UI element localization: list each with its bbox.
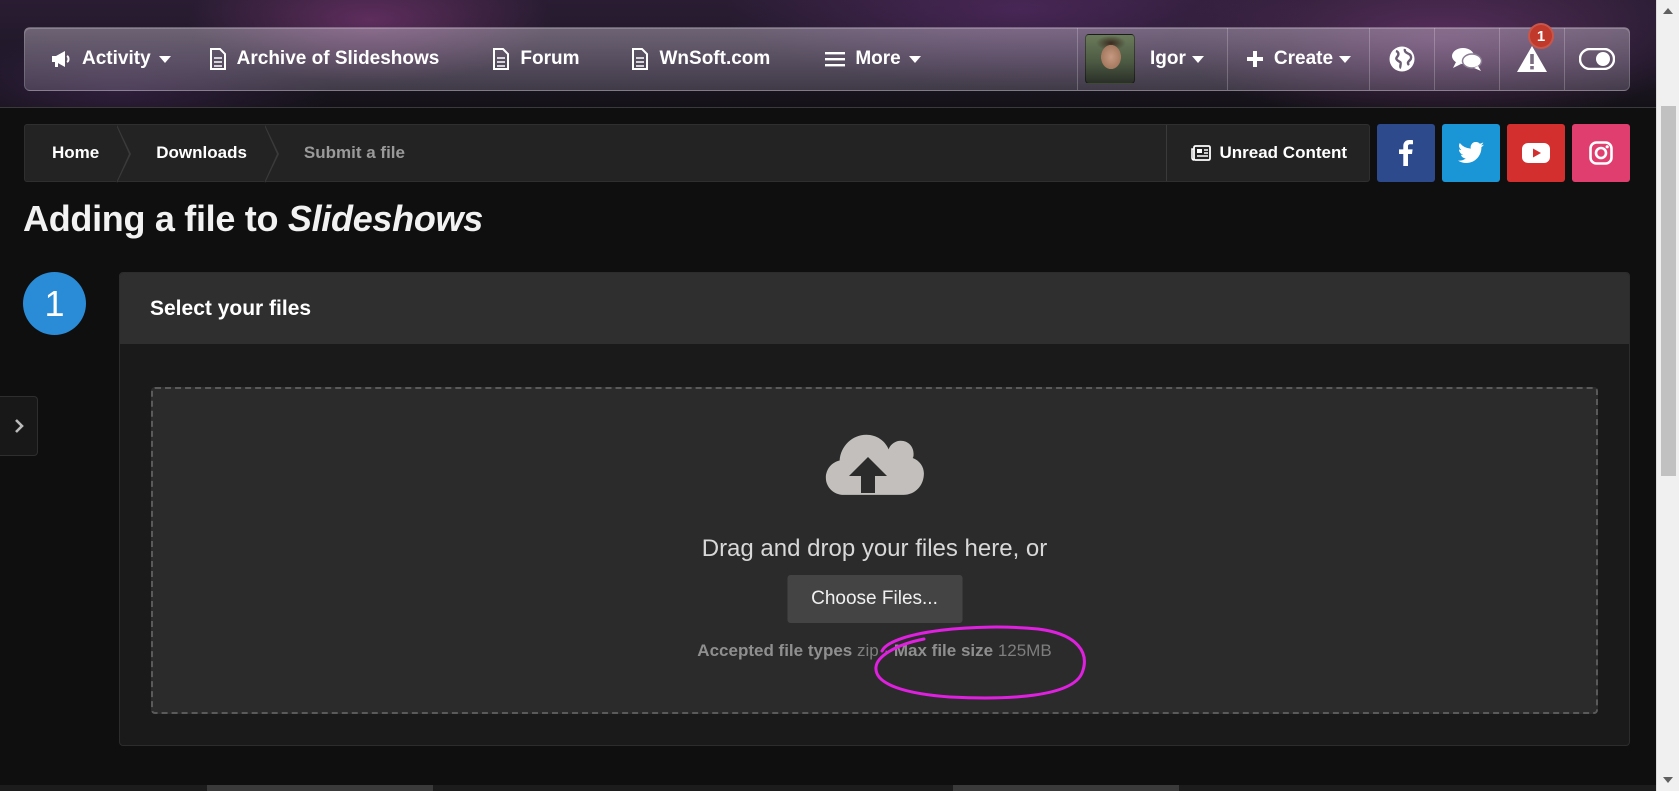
messages-button[interactable]: [1434, 28, 1499, 90]
avatar: [1085, 34, 1135, 84]
newspaper-icon: [1190, 145, 1211, 161]
step-number-badge: 1: [23, 272, 86, 335]
user-menu[interactable]: Igor: [1077, 28, 1227, 90]
chevron-down-icon: [908, 55, 921, 63]
instagram-icon: [1589, 141, 1613, 165]
language-button[interactable]: [1369, 28, 1434, 90]
bottom-edge: [0, 785, 1656, 791]
chevron-down-icon: [1339, 55, 1352, 63]
chevron-down-icon: [1191, 55, 1204, 63]
nav-forum-label: Forum: [520, 48, 580, 69]
max-file-size-label: Max file size: [893, 641, 994, 660]
nav-more-label: More: [855, 48, 901, 69]
main-navbar: Activity Archive of Slideshows Forum WnS…: [24, 23, 1630, 91]
scroll-up-icon[interactable]: [1663, 8, 1673, 14]
breadcrumb-home[interactable]: Home: [25, 125, 132, 183]
nav-archive-of-slideshows[interactable]: Archive of Slideshows: [171, 28, 440, 90]
notification-badge: 1: [1528, 23, 1554, 49]
nav-archive-label: Archive of Slideshows: [236, 48, 440, 69]
nav-forum[interactable]: Forum: [439, 28, 579, 90]
nav-activity[interactable]: Activity: [25, 28, 171, 90]
menu-icon: [825, 51, 846, 67]
breadcrumb-current: Submit a file: [303, 143, 405, 162]
user-bar: Igor Create 1: [1077, 23, 1629, 90]
twitter-icon: [1458, 142, 1484, 164]
scrollbar-thumb[interactable]: [1661, 106, 1676, 476]
vertical-scrollbar[interactable]: [1656, 0, 1679, 791]
page-title-category: Slideshows: [287, 198, 483, 239]
info-separator: ·: [883, 641, 890, 660]
step-heading: Select your files: [120, 273, 1629, 344]
theme-toggle[interactable]: [1564, 28, 1629, 90]
document-icon: [492, 48, 510, 70]
page-title: Adding a file to Slideshows: [23, 198, 483, 240]
facebook-icon: [1399, 140, 1413, 166]
warning-icon: [1516, 45, 1548, 73]
highlight-annotation: [874, 625, 1086, 700]
max-file-size-value: 125MB: [997, 641, 1052, 660]
nav-wnsoft-label: WnSoft.com: [659, 48, 771, 69]
notifications-button[interactable]: 1: [1499, 23, 1564, 90]
upload-step-panel: Select your files Drag and drop your fil…: [119, 272, 1630, 746]
document-icon: [631, 48, 649, 70]
user-name: Igor: [1150, 48, 1186, 69]
file-dropzone[interactable]: Drag and drop your files here, or Choose…: [151, 387, 1598, 714]
twitter-button[interactable]: [1442, 124, 1500, 182]
instagram-button[interactable]: [1572, 124, 1630, 182]
create-label: Create: [1273, 48, 1334, 69]
chevron-right-icon: [13, 418, 25, 434]
sidebar-expand-toggle[interactable]: [0, 396, 38, 456]
file-requirements: Accepted file types zip · Max file size …: [153, 641, 1596, 661]
breadcrumb-downloads[interactable]: Downloads: [129, 125, 279, 183]
nav-wnsoft[interactable]: WnSoft.com: [579, 28, 770, 90]
unread-content-link[interactable]: Unread Content: [1165, 125, 1370, 181]
scroll-down-icon[interactable]: [1663, 777, 1673, 783]
cloud-upload-icon: [825, 433, 925, 512]
globe-icon: [1388, 45, 1416, 73]
page-title-prefix: Adding a file to: [23, 198, 288, 239]
toggle-switch-icon: [1579, 48, 1615, 70]
youtube-button[interactable]: [1507, 124, 1565, 182]
unread-content-label: Unread Content: [1219, 143, 1348, 162]
nav-activity-label: Activity: [82, 48, 151, 69]
drop-instruction: Drag and drop your files here, or: [701, 535, 1048, 562]
plus-icon: [1246, 50, 1264, 68]
breadcrumb: Home Downloads Submit a file Unread Cont…: [24, 124, 1370, 183]
accepted-types-label: Accepted file types: [697, 641, 853, 660]
document-icon: [209, 48, 227, 70]
youtube-icon: [1522, 143, 1550, 163]
choose-files-button[interactable]: Choose Files...: [787, 575, 962, 623]
create-button[interactable]: Create: [1227, 28, 1369, 90]
facebook-button[interactable]: [1377, 124, 1435, 182]
nav-more[interactable]: More: [770, 28, 921, 90]
accepted-types-value: zip: [856, 641, 879, 660]
megaphone-icon: [50, 49, 72, 69]
chat-bubbles-icon: [1451, 46, 1483, 72]
header-banner: Activity Archive of Slideshows Forum WnS…: [0, 0, 1656, 108]
chevron-down-icon: [158, 55, 171, 63]
